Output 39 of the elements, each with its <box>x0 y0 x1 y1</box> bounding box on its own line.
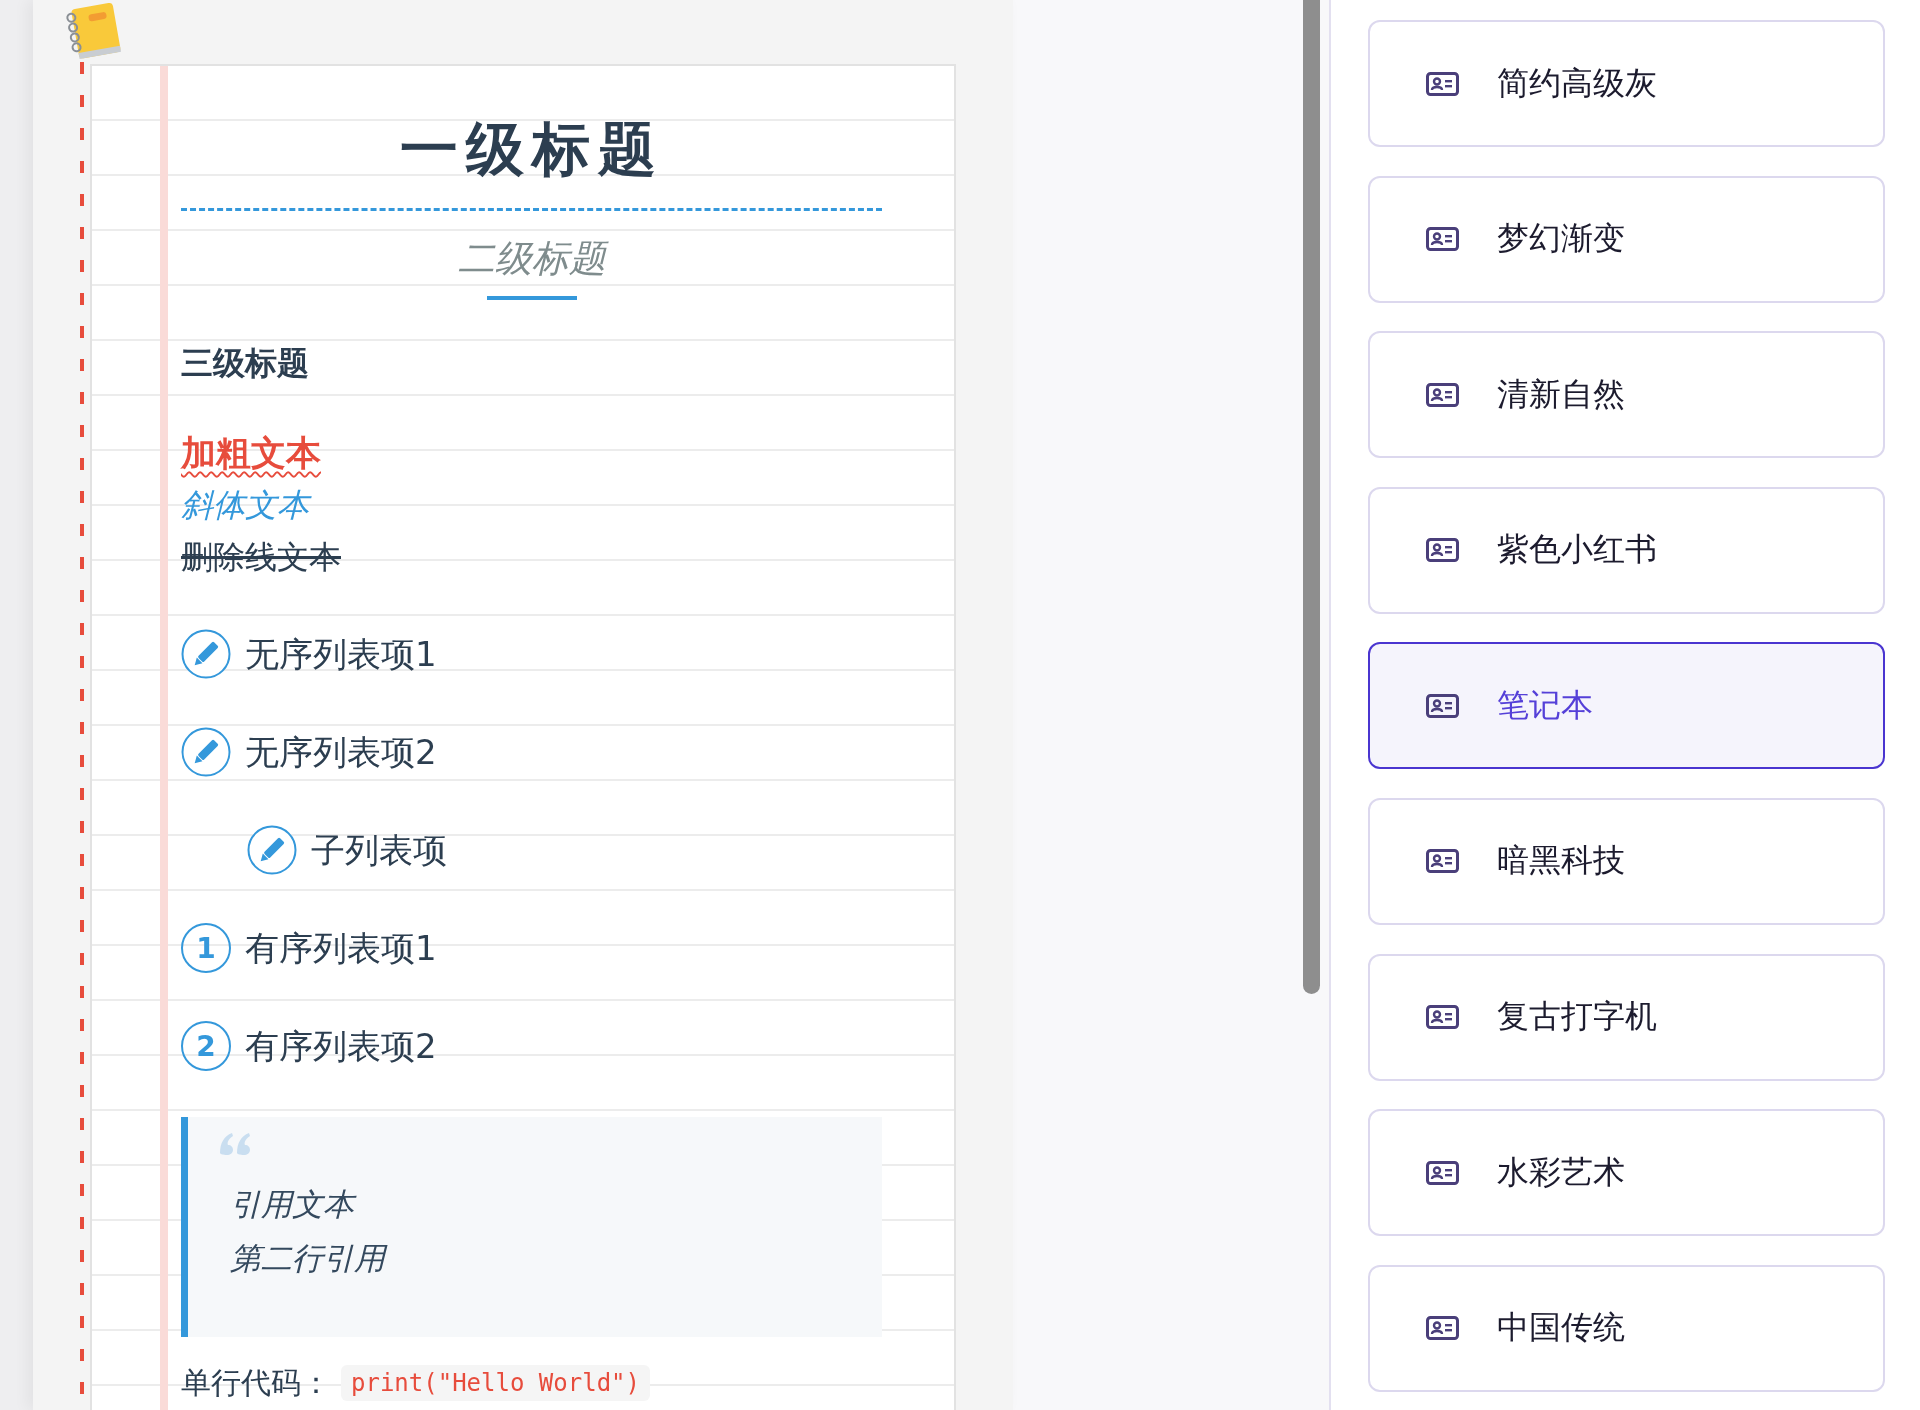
pencil-icon <box>181 629 231 679</box>
theme-option[interactable]: 清新自然 <box>1368 331 1885 459</box>
strikethrough-text: 删除线文本 <box>181 537 341 578</box>
id-card-icon <box>1426 227 1459 252</box>
list-item-text: 有序列表项2 <box>245 1025 437 1068</box>
list-item-text: 有序列表项1 <box>245 927 437 970</box>
list-item-text: 无序列表项2 <box>245 731 437 774</box>
theme-option[interactable]: 复古打字机 <box>1368 953 1885 1081</box>
id-card-icon <box>1426 382 1459 407</box>
list-number: 2 <box>181 1021 231 1071</box>
id-card-icon <box>1426 1316 1459 1341</box>
id-card-icon <box>1426 849 1459 874</box>
theme-option[interactable]: 中国传统 <box>1368 1264 1885 1392</box>
quote-text: 第二行引用 <box>230 1231 882 1285</box>
theme-option[interactable]: 紫色小红书 <box>1368 486 1885 614</box>
pencil-icon <box>181 727 231 777</box>
inline-code: print("Hello World") <box>341 1365 650 1401</box>
id-card-icon <box>1426 538 1459 563</box>
subheading: 二级标题 <box>181 236 882 282</box>
id-card-icon <box>1426 1005 1459 1030</box>
id-card-icon <box>1426 71 1459 96</box>
heading-title: 一级标题 <box>398 114 665 184</box>
scrollbar[interactable] <box>1303 0 1320 994</box>
list-number: 1 <box>181 923 231 973</box>
theme-option[interactable]: 简约高级灰 <box>1368 20 1885 147</box>
id-card-icon <box>1426 1160 1459 1185</box>
section-heading: 三级标题 <box>181 343 310 383</box>
quote-text: 引用文本 <box>230 1177 882 1231</box>
bold-text: 加粗文本 <box>181 432 321 475</box>
code-label: 单行代码： <box>181 1364 331 1402</box>
list-item-text: 无序列表项1 <box>245 633 437 676</box>
list-item-text: 子列表项 <box>311 829 447 872</box>
theme-option[interactable]: 水彩艺术 <box>1368 1109 1885 1237</box>
quote-icon <box>218 1131 252 1155</box>
theme-option[interactable]: 暗黑科技 <box>1368 797 1885 925</box>
id-card-icon <box>1426 693 1459 718</box>
pencil-icon <box>247 825 297 875</box>
theme-option[interactable]: 笔记本 <box>1368 642 1885 770</box>
theme-option[interactable]: 梦幻渐变 <box>1368 175 1885 303</box>
